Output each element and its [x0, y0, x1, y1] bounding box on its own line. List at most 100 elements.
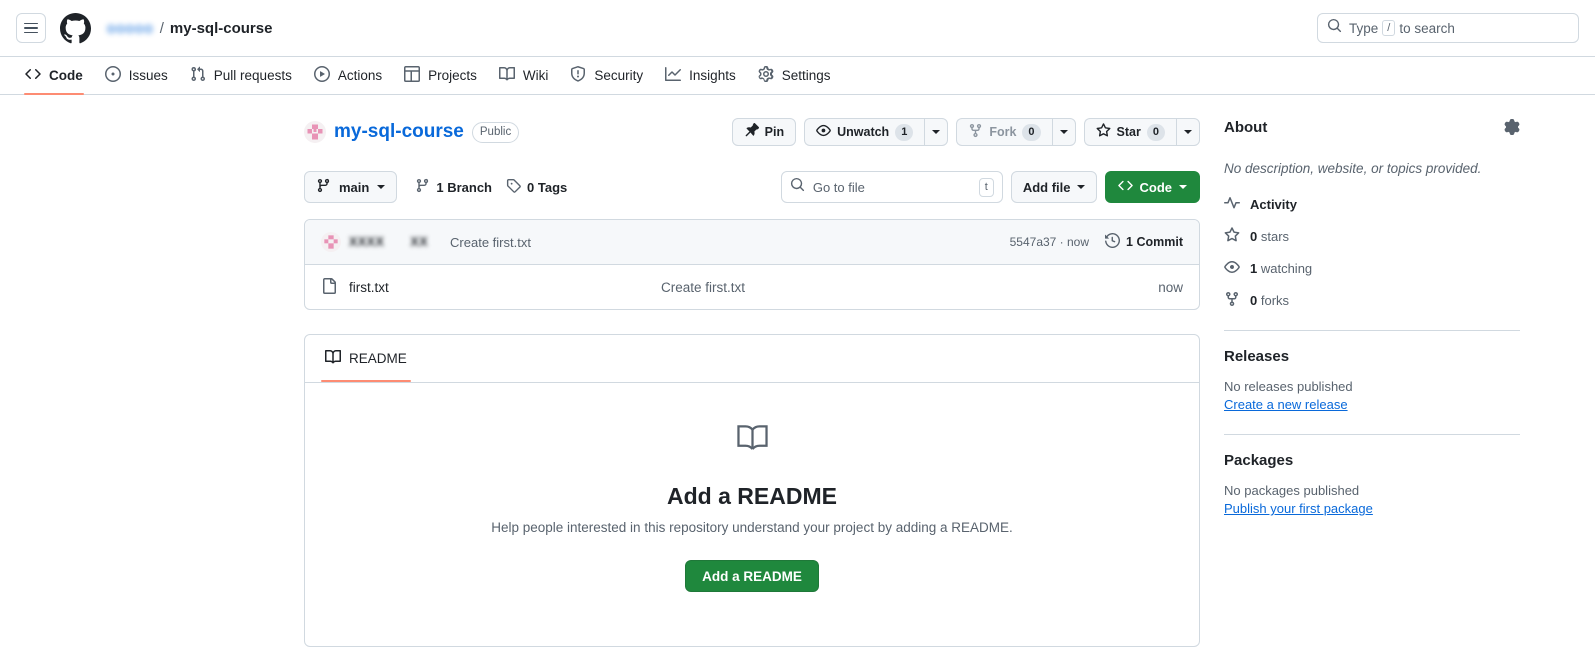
watch-count: 1 — [895, 123, 914, 141]
fork-icon — [1224, 291, 1240, 310]
nav-label: Code — [49, 68, 83, 83]
readme-empty-heading: Add a README — [667, 483, 837, 509]
nav-item-actions[interactable]: Actions — [305, 57, 391, 94]
publish-package-link[interactable]: Publish your first package — [1224, 501, 1373, 516]
forks-link[interactable]: 0 forks — [1224, 291, 1520, 310]
commit-author-name-secondary[interactable]: XX — [410, 235, 428, 249]
latest-commit-row: XXXX XX Create first.txt 5547a37 · now 1… — [305, 220, 1199, 265]
nav-item-projects[interactable]: Projects — [395, 57, 486, 94]
about-title: About — [1224, 118, 1268, 136]
readme-empty-state: Add a README Help people interested in t… — [305, 383, 1199, 646]
chevron-down-icon — [932, 130, 941, 134]
github-logo-icon[interactable] — [60, 12, 91, 44]
nav-item-settings[interactable]: Settings — [749, 57, 840, 94]
watching-label: watching — [1257, 261, 1313, 277]
star-button[interactable]: Star 0 — [1083, 118, 1176, 146]
chevron-down-icon — [1076, 185, 1085, 189]
code-button-label: Code — [1139, 179, 1173, 195]
branch-selector-button[interactable]: main — [304, 171, 398, 203]
about-header: About — [1224, 111, 1520, 143]
activity-label: Activity — [1250, 197, 1297, 213]
tab-readme[interactable]: README — [313, 335, 419, 382]
chevron-down-icon — [1184, 130, 1192, 134]
readme-tab-label: README — [349, 351, 407, 366]
nav-item-issues[interactable]: Issues — [96, 57, 177, 94]
star-count: 0 — [1146, 123, 1165, 141]
book-icon — [498, 66, 515, 85]
branch-count-word: Branch — [447, 179, 492, 195]
about-stats: Activity 0 stars 1 watching 0 forks — [1224, 195, 1520, 310]
add-readme-button[interactable]: Add a README — [685, 560, 819, 592]
file-name-cell: first.txt — [321, 277, 661, 297]
hamburger-icon[interactable] — [16, 13, 46, 43]
nav-item-code[interactable]: Code — [16, 57, 92, 95]
star-dropdown-button[interactable] — [1176, 118, 1200, 146]
code-button[interactable]: Code — [1104, 171, 1200, 203]
branch-count-link[interactable]: 1 Branch — [415, 178, 492, 196]
forks-label: forks — [1257, 293, 1290, 309]
create-release-link[interactable]: Create a new release — [1224, 397, 1348, 412]
pin-button[interactable]: Pin — [731, 118, 797, 146]
file-icon — [321, 277, 337, 297]
search-placeholder: Type / to search — [1349, 20, 1455, 36]
fork-button[interactable]: Fork 0 — [956, 118, 1052, 146]
tag-count-link[interactable]: 0 Tags — [506, 178, 567, 196]
sidebar: About No description, website, or topics… — [1224, 95, 1520, 647]
add-file-button[interactable]: Add file — [1010, 171, 1097, 203]
page-title[interactable]: my-sql-course — [334, 121, 464, 143]
breadcrumb-separator: / — [159, 19, 164, 37]
breadcrumb-repo[interactable]: my-sql-course — [170, 20, 273, 37]
unwatch-button[interactable]: Unwatch 1 — [804, 118, 925, 146]
go-to-file-input[interactable]: Go to file t — [780, 171, 1003, 203]
book-icon — [325, 349, 342, 368]
commit-count-link[interactable]: 1 Commit — [1105, 232, 1183, 251]
fork-dropdown-button[interactable] — [1051, 118, 1076, 146]
packages-empty-text: No packages published — [1224, 483, 1360, 499]
nav-label: Wiki — [522, 68, 549, 83]
table-row[interactable]: first.txt Create first.txt now — [305, 265, 1199, 309]
open-book-icon — [736, 425, 769, 458]
watch-button-group: Unwatch 1 — [804, 118, 949, 146]
search-input[interactable]: Type / to search — [1317, 13, 1579, 43]
graph-icon — [665, 66, 682, 85]
file-commit-message[interactable]: Create first.txt — [661, 280, 1158, 295]
repository-nav: Code Issues Pull requests Actions Projec… — [0, 57, 1595, 95]
file-toolbar: main 1 Branch 0 Tags Go to file t Add fi… — [304, 171, 1200, 203]
nav-label: Settings — [781, 68, 831, 83]
main-column: my-sql-course Public Pin Unwatch 1 Fork … — [304, 95, 1200, 647]
code-icon — [25, 66, 41, 85]
branch-icon — [316, 178, 331, 196]
nav-item-wiki[interactable]: Wiki — [490, 57, 558, 94]
tag-count-word: Tags — [537, 179, 568, 195]
star-icon — [1224, 227, 1240, 246]
nav-label: Issues — [128, 68, 168, 83]
file-link[interactable]: first.txt — [349, 280, 389, 295]
tag-count-number: 0 — [527, 179, 535, 195]
chevron-down-icon — [1059, 130, 1068, 134]
commit-meta: 5547a37 · now 1 Commit — [1010, 232, 1183, 251]
t-key-hint: t — [978, 177, 994, 197]
add-file-label: Add file — [1022, 179, 1071, 195]
stars-label: stars — [1257, 229, 1290, 245]
nav-item-security[interactable]: Security — [561, 57, 652, 94]
watching-link[interactable]: 1 watching — [1224, 259, 1520, 278]
activity-link[interactable]: Activity — [1224, 195, 1520, 214]
nav-item-insights[interactable]: Insights — [656, 57, 745, 94]
eye-icon — [816, 123, 831, 141]
fork-label: Fork — [989, 125, 1017, 139]
search-icon — [790, 177, 805, 197]
commit-author-avatar-icon[interactable] — [321, 232, 341, 252]
watch-dropdown-button[interactable] — [924, 118, 949, 146]
stars-link[interactable]: 0 stars — [1224, 227, 1520, 246]
gear-icon[interactable] — [1504, 119, 1520, 135]
tag-icon — [506, 178, 521, 196]
packages-title: Packages — [1224, 452, 1294, 470]
nav-item-pull-requests[interactable]: Pull requests — [181, 57, 301, 94]
about-description: No description, website, or topics provi… — [1224, 161, 1482, 176]
commit-author-name[interactable]: XXXX — [349, 235, 384, 249]
fork-button-group: Fork 0 — [956, 118, 1076, 146]
repo-actions: Pin Unwatch 1 Fork 0 Star 0 — [731, 118, 1200, 146]
commit-message[interactable]: Create first.txt — [450, 235, 531, 250]
breadcrumb-owner[interactable]: ooooo — [107, 20, 154, 37]
commit-sha[interactable]: 5547a37 · now — [1010, 235, 1089, 249]
